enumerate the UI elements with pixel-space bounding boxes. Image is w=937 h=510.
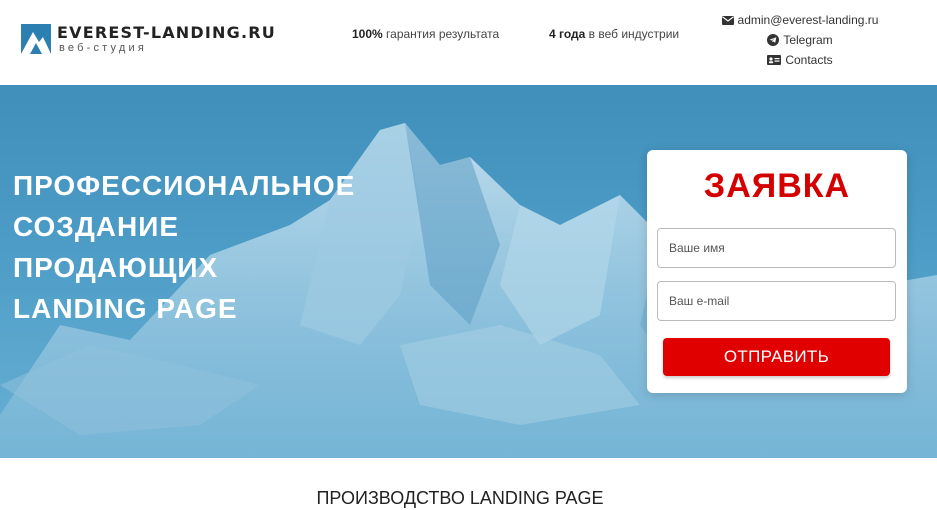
usp-experience-text: в веб индустрии xyxy=(588,27,680,41)
header-contacts: admin@everest-landing.ru Telegram Contac… xyxy=(700,10,900,70)
logo[interactable]: EVEREST-LANDING.RU веб-студия xyxy=(21,24,276,54)
usp-experience-value: 4 года xyxy=(549,27,586,41)
usp-guarantee-value: 100% xyxy=(352,27,383,41)
hero-headline-line: СОЗДАНИЕ xyxy=(13,211,180,242)
usp-guarantee: 100% гарантия результата xyxy=(352,27,499,41)
hero-headline-line: ПРОДАЮЩИХ xyxy=(13,252,219,283)
telegram-icon xyxy=(767,34,780,46)
contact-contacts[interactable]: Contacts xyxy=(767,50,833,70)
section-title: ПРОИЗВОДСТВО LANDING PAGE xyxy=(316,488,604,508)
email-input[interactable] xyxy=(657,281,896,321)
hero-headline-line: ПРОФЕССИОНАЛЬНОЕ xyxy=(13,170,356,201)
contact-telegram-label: Telegram xyxy=(783,33,833,47)
contact-email-label: admin@everest-landing.ru xyxy=(737,13,879,27)
contact-email[interactable]: admin@everest-landing.ru xyxy=(721,10,879,30)
mountain-logo-icon xyxy=(21,24,51,54)
name-input[interactable] xyxy=(657,228,896,268)
logo-subtitle: веб-студия xyxy=(59,42,147,54)
hero-headline-line: LANDING PAGE xyxy=(13,293,238,324)
usp-experience: 4 года в веб индустрии xyxy=(549,27,679,41)
contact-telegram[interactable]: Telegram xyxy=(767,30,833,50)
site-header: EVEREST-LANDING.RU веб-студия 100% гаран… xyxy=(0,0,937,85)
submit-button[interactable]: ОТПРАВИТЬ xyxy=(663,338,890,376)
hero-headline: ПРОФЕССИОНАЛЬНОЕ СОЗДАНИЕ ПРОДАЮЩИХ LAND… xyxy=(13,165,373,329)
usp-guarantee-text: гарантия результата xyxy=(386,27,500,41)
id-card-icon xyxy=(767,55,782,65)
contact-contacts-label: Contacts xyxy=(785,53,833,67)
form-title: ЗАЯВКА xyxy=(703,167,851,205)
envelope-icon xyxy=(721,15,734,25)
logo-name: EVEREST-LANDING.RU xyxy=(57,23,276,42)
request-form: ЗАЯВКА ОТПРАВИТЬ xyxy=(647,150,907,393)
